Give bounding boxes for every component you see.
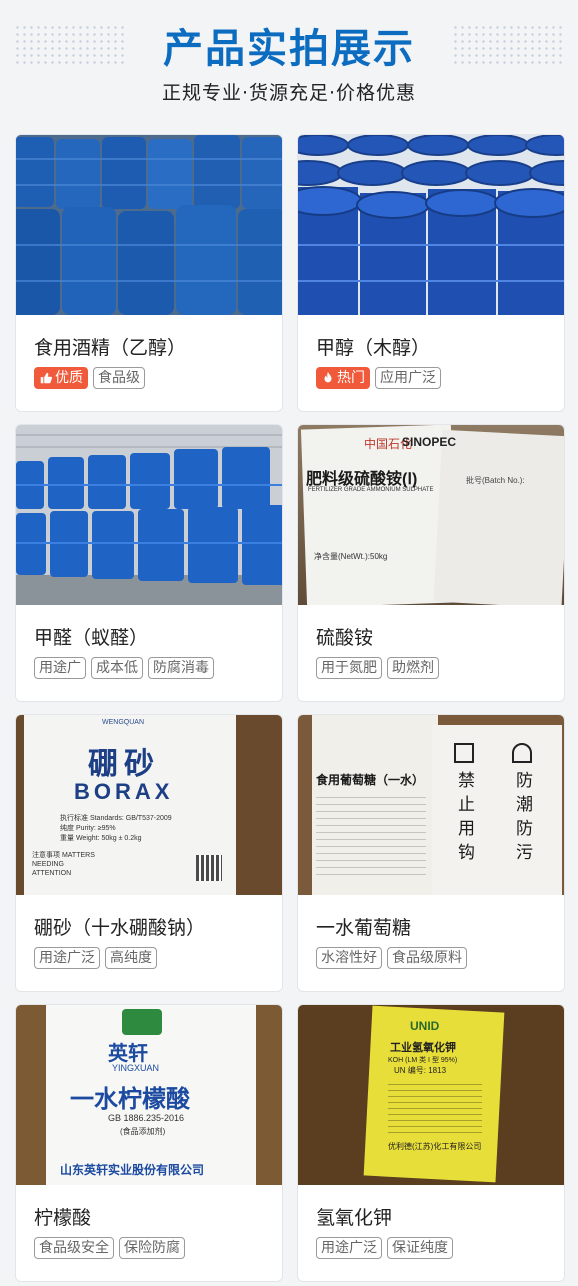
product-card-ethanol[interactable]: 食用酒精（乙醇） 优质 食品级 xyxy=(15,134,283,412)
product-name: 食用酒精（乙醇） xyxy=(34,337,187,359)
koh-formula: KOH (LM 类 I 型 95%) xyxy=(388,1057,458,1064)
product-name: 甲醇（木醇） xyxy=(316,337,431,359)
product-card-formaldehyde[interactable]: 甲醛（蚁醛） 用途广 成本低 防腐消毒 xyxy=(15,424,283,702)
product-name: 一水葡萄糖 xyxy=(316,917,412,939)
citric-standard: GB 1886.235-2016 xyxy=(108,1113,185,1123)
koh-un: UN 编号: 1813 xyxy=(394,1066,447,1075)
badge-quality: 优质 xyxy=(34,367,88,389)
tag-list: 水溶性好 食品级原料 xyxy=(316,947,467,969)
umbrella-icon xyxy=(512,743,532,763)
product-photo-blue-drums xyxy=(16,135,282,315)
product-tag: 助燃剂 xyxy=(387,657,439,679)
product-grid: 食用酒精（乙醇） 优质 食品级 甲醇（木醇） 热门 应用广泛 甲醛（蚁醛） 用途… xyxy=(15,134,565,1282)
product-name: 硼砂（十水硼酸钠） xyxy=(34,917,206,939)
sulfate-batch: 批号(Batch No.): xyxy=(466,476,525,485)
tag-list: 用途广 成本低 防腐消毒 xyxy=(34,657,214,679)
thumbs-up-icon xyxy=(40,372,53,384)
badge-label: 优质 xyxy=(55,370,83,386)
badge-hot: 热门 xyxy=(316,367,370,389)
sulfate-product-en: FERTILIZER GRADE AMMONIUM SULPHATE xyxy=(308,487,434,493)
tag-list: 热门 应用广泛 xyxy=(316,367,441,389)
citric-name: 一水柠檬酸 xyxy=(70,1086,190,1113)
product-photo-sulfate-sacks: 中国石化 SINOPEC 肥料级硫酸铵(Ⅰ) FERTILIZER GRADE … xyxy=(298,425,564,605)
tag-list: 用于氮肥 助燃剂 xyxy=(316,657,439,679)
sulfate-product: 肥料级硫酸铵(Ⅰ) xyxy=(306,471,418,488)
product-tag: 应用广泛 xyxy=(375,367,441,389)
page-title: 产品实拍展示 xyxy=(163,26,415,72)
product-name: 氢氧化钾 xyxy=(316,1207,393,1229)
product-tag: 用途广泛 xyxy=(34,947,100,969)
product-name: 硫酸铵 xyxy=(316,627,374,649)
product-tag: 用于氮肥 xyxy=(316,657,382,679)
product-photo-citric-bag: 英轩 YINGXUAN 一水柠檬酸 GB 1886.235-2016 (食品添加… xyxy=(16,1005,282,1185)
product-tag: 食品级原料 xyxy=(387,947,467,969)
product-card-glucose[interactable]: 食用葡萄糖（一水） 禁止用钩 防潮防污 一水葡萄糖 水溶性好 食品级原料 xyxy=(297,714,565,992)
product-card-methanol[interactable]: 甲醇（木醇） 热门 应用广泛 xyxy=(297,134,565,412)
product-photo-drum-tops xyxy=(298,135,564,315)
glucose-label: 食用葡萄糖（一水） xyxy=(316,773,425,787)
page-header: 产品实拍展示 正规专业·货源充足·价格优惠 xyxy=(0,0,578,122)
borax-brand: WENGQUAN xyxy=(102,719,144,726)
product-photo-glucose-bags: 食用葡萄糖（一水） 禁止用钩 防潮防污 xyxy=(298,715,564,895)
glucose-side-1: 禁止用钩 xyxy=(458,771,475,862)
borax-en: BORAX xyxy=(74,779,174,804)
product-name: 甲醛（蚁醛） xyxy=(34,627,149,649)
sulfate-brand-en: SINOPEC xyxy=(402,435,457,449)
citric-brand: 英轩 xyxy=(108,1043,148,1065)
product-name: 柠檬酸 xyxy=(34,1207,92,1229)
product-photo-borax-bag: WENGQUAN 硼砂 BORAX 执行标准 Standards: GB/T53… xyxy=(16,715,282,895)
flame-icon xyxy=(324,371,332,383)
product-tag: 成本低 xyxy=(91,657,143,679)
product-tag: 用途广 xyxy=(34,657,86,679)
tag-list: 用途广泛 高纯度 xyxy=(34,947,157,969)
tag-list: 用途广泛 保证纯度 xyxy=(316,1237,453,1259)
glucose-side-2: 防潮防污 xyxy=(516,771,533,862)
product-tag: 食品级 xyxy=(93,367,145,389)
tag-list: 食品级安全 保险防腐 xyxy=(34,1237,185,1259)
product-card-citric-acid[interactable]: 英轩 YINGXUAN 一水柠檬酸 GB 1886.235-2016 (食品添加… xyxy=(15,1004,283,1282)
no-hook-icon xyxy=(454,743,474,763)
product-tag: 水溶性好 xyxy=(316,947,382,969)
page-subtitle: 正规专业·货源充足·价格优惠 xyxy=(161,82,417,104)
product-card-potassium-hydroxide[interactable]: UNID 工业氢氧化钾 KOH (LM 类 I 型 95%) UN 编号: 18… xyxy=(297,1004,565,1282)
borax-standard: 执行标准 Standards: GB/T537-2009 xyxy=(60,815,172,822)
citric-note: (食品添加剂) xyxy=(120,1127,166,1136)
badge-label: 热门 xyxy=(337,370,365,386)
product-tag: 保险防腐 xyxy=(119,1237,185,1259)
qr-code-icon xyxy=(196,855,222,881)
tag-list: 优质 食品级 xyxy=(34,367,145,389)
borax-cn: 硼砂 xyxy=(88,748,160,781)
citric-company: 山东英轩实业股份有限公司 xyxy=(60,1163,205,1177)
citric-brand-en: YINGXUAN xyxy=(112,1063,160,1073)
borax-weight: 重量 Weight: 50kg ± 0.2kg xyxy=(60,835,142,842)
product-tag: 食品级安全 xyxy=(34,1237,114,1259)
product-tag: 保证纯度 xyxy=(387,1237,453,1259)
borax-purity: 纯度 Purity: ≥95% xyxy=(60,825,116,832)
koh-brand: UNID xyxy=(410,1019,440,1033)
product-tag: 高纯度 xyxy=(105,947,157,969)
product-card-borax[interactable]: WENGQUAN 硼砂 BORAX 执行标准 Standards: GB/T53… xyxy=(15,714,283,992)
product-card-ammonium-sulfate[interactable]: 中国石化 SINOPEC 肥料级硫酸铵(Ⅰ) FERTILIZER GRADE … xyxy=(297,424,565,702)
sulfate-weight: 净含量(NetWt.):50kg xyxy=(314,552,388,561)
product-photo-koh-bag: UNID 工业氢氧化钾 KOH (LM 类 I 型 95%) UN 编号: 18… xyxy=(298,1005,564,1185)
product-tag: 用途广泛 xyxy=(316,1237,382,1259)
borax-notice: 注意事项 MATTERS NEEDING ATTENTION xyxy=(32,852,95,877)
product-photo-warehouse-drums xyxy=(16,425,282,605)
koh-name: 工业氢氧化钾 xyxy=(390,1042,456,1054)
leaf-logo-icon xyxy=(122,1009,162,1035)
koh-company: 优利德(江苏)化工有限公司 xyxy=(388,1142,482,1151)
product-tag: 防腐消毒 xyxy=(148,657,214,679)
